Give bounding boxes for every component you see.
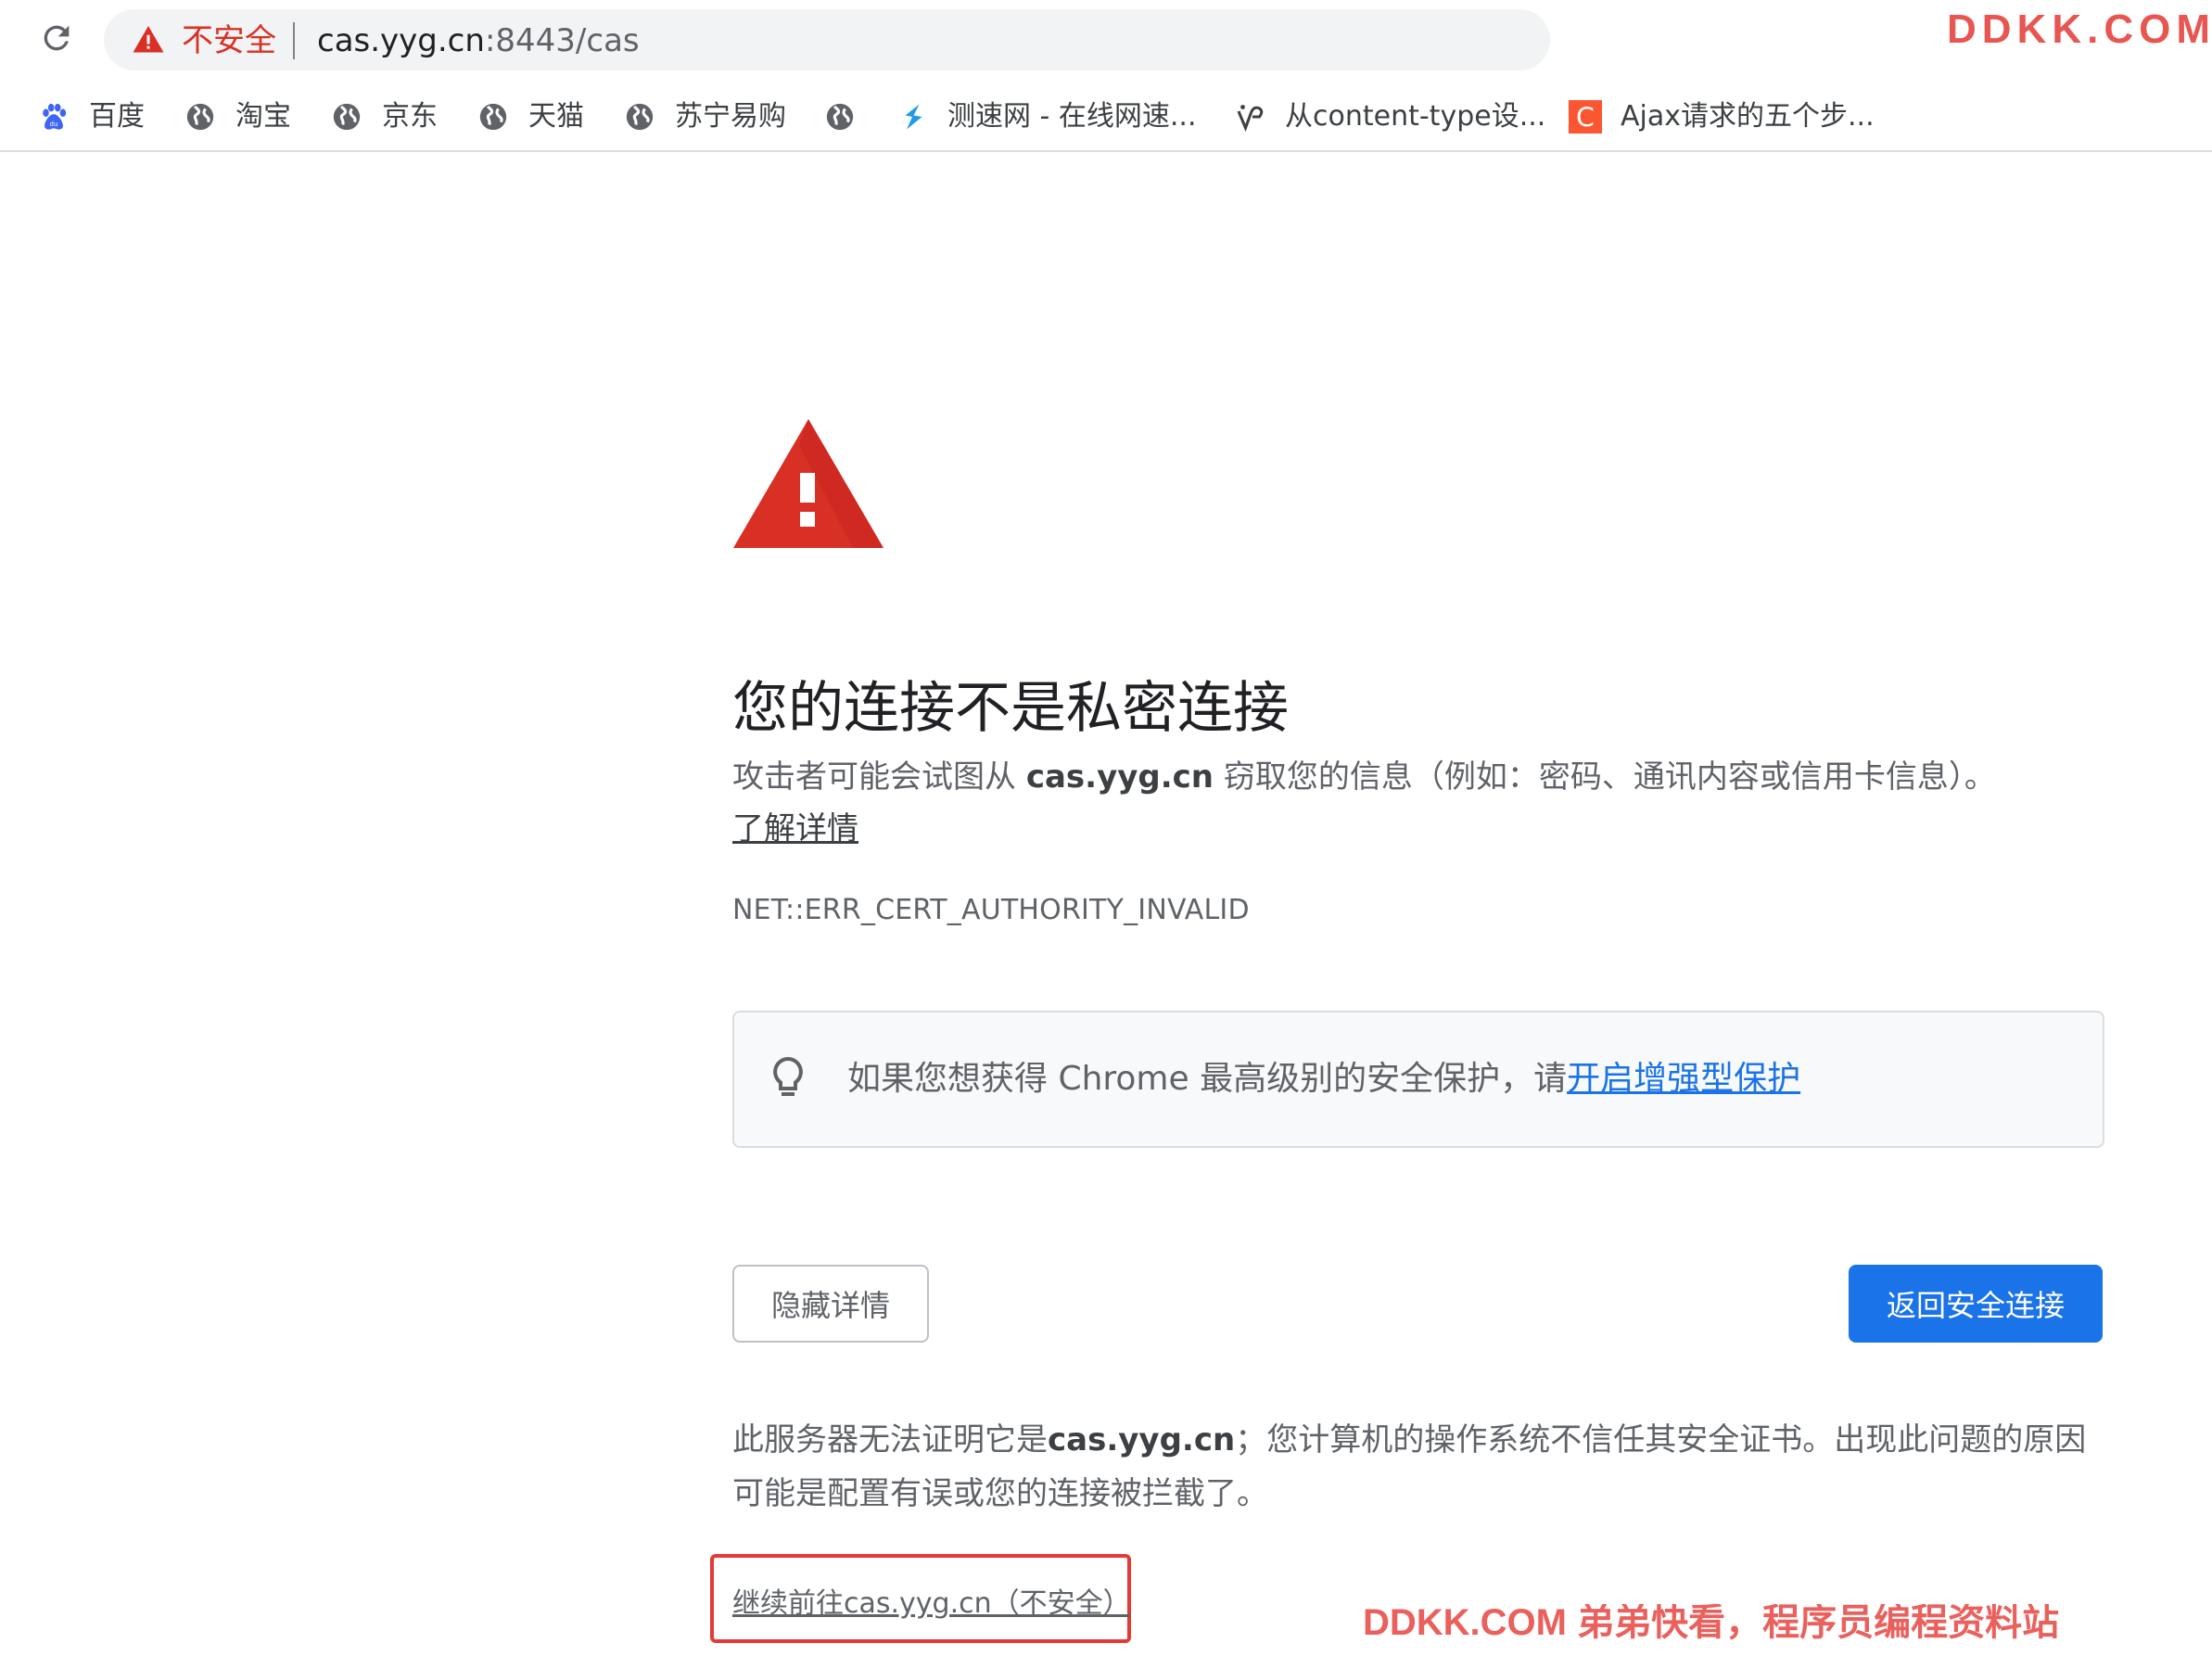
error-code[interactable]: NET::ERR_CERT_AUTHORITY_INVALID — [732, 892, 1250, 929]
description-suffix: 窃取您的信息（例如：密码、通讯内容或信用卡信息）。 — [1214, 758, 1996, 796]
bookmark-label: 从content-type设... — [1285, 100, 1546, 133]
globe-icon — [184, 100, 217, 134]
bookmark-speedtest[interactable]: 测速网 - 在线网速... — [896, 91, 1197, 143]
reload-button[interactable] — [35, 17, 78, 59]
address-bar[interactable]: 不安全 cas.yyg.cn:8443/cas — [104, 9, 1550, 70]
back-to-safety-button[interactable]: 返回安全连接 — [1849, 1265, 2103, 1343]
url-host: cas.yyg.cn — [317, 22, 485, 59]
details-host: cas.yyg.cn — [1048, 1421, 1236, 1459]
svg-text:C: C — [1576, 103, 1595, 134]
bookmark-label: 淘宝 — [235, 100, 291, 133]
lightbulb-icon — [773, 1056, 803, 1096]
details-prefix: 此服务器无法证明它是 — [732, 1421, 1048, 1459]
bookmark-tmall[interactable]: 天猫 — [477, 91, 584, 143]
security-status-label[interactable]: 不安全 — [182, 20, 276, 61]
proceed-unsafe-link[interactable]: 继续前往cas.yyg.cn（不安全） — [732, 1586, 1131, 1623]
bookmark-label: 测速网 - 在线网速... — [947, 100, 1197, 133]
watermark-top: DDKK.COM — [1947, 6, 2212, 52]
page-title: 您的连接不是私密连接 — [732, 676, 1289, 742]
bookmarks-bar: du 百度 淘宝 京东 天猫 苏宁易购 测速网 - 在线网速... 从conte… — [0, 85, 2212, 152]
bookmark-suning[interactable]: 苏宁易购 — [623, 91, 786, 143]
warning-description: 攻击者可能会试图从 cas.yyg.cn 窃取您的信息（例如：密码、通讯内容或信… — [732, 751, 2104, 855]
csdn-icon: C — [1569, 100, 1602, 134]
omnibox-divider — [293, 22, 295, 59]
bookmark-label: 苏宁易购 — [675, 100, 786, 133]
bookmark-label: Ajax请求的五个步... — [1621, 100, 1875, 133]
bookmark-jd[interactable]: 京东 — [330, 91, 438, 143]
bookmark-label: 京东 — [382, 100, 438, 133]
tip-prefix: 如果您想获得 Chrome 最高级别的安全保护，请 — [847, 1060, 1568, 1098]
hide-details-button[interactable]: 隐藏详情 — [732, 1265, 929, 1343]
paw-icon: du — [37, 100, 70, 134]
description-host: cas.yyg.cn — [1025, 758, 1214, 796]
watermark-bottom: DDKK.COM 弟弟快看，程序员编程资料站 — [1363, 1604, 2060, 1643]
globe-icon — [623, 100, 656, 134]
browser-toolbar: 不安全 cas.yyg.cn:8443/cas DDKK.COM — [0, 0, 2212, 80]
bookmark-favicon-icon — [1233, 100, 1266, 134]
globe-icon — [823, 100, 857, 134]
globe-icon — [477, 100, 510, 134]
not-secure-warning-icon[interactable] — [132, 23, 165, 57]
speedtest-icon — [896, 100, 929, 134]
svg-text:du: du — [50, 120, 58, 128]
bookmark-label: 百度 — [89, 100, 145, 133]
reload-icon — [44, 25, 70, 51]
learn-more-link[interactable]: 了解详情 — [732, 810, 858, 847]
bookmark-unnamed[interactable] — [823, 91, 875, 143]
bookmark-label: 天猫 — [528, 100, 584, 133]
large-warning-icon — [733, 419, 884, 548]
description-prefix: 攻击者可能会试图从 — [732, 758, 1026, 796]
bookmark-content-type[interactable]: 从content-type设... — [1233, 91, 1545, 143]
bookmark-ajax[interactable]: C Ajax请求的五个步... — [1569, 91, 1875, 143]
bookmark-taobao[interactable]: 淘宝 — [184, 91, 291, 143]
url-path: :8443/cas — [484, 22, 640, 59]
enhanced-protection-link[interactable]: 开启增强型保护 — [1567, 1060, 1800, 1098]
url-text[interactable]: cas.yyg.cn:8443/cas — [317, 20, 640, 61]
globe-icon — [330, 100, 363, 134]
tip-text: 如果您想获得 Chrome 最高级别的安全保护，请开启增强型保护 — [847, 1055, 1800, 1103]
bookmark-baidu[interactable]: du 百度 — [37, 91, 145, 143]
details-text: 此服务器无法证明它是cas.yyg.cn；您计算机的操作系统不信任其安全证书。出… — [732, 1413, 2104, 1521]
enhanced-protection-tip: 如果您想获得 Chrome 最高级别的安全保护，请开启增强型保护 — [732, 1011, 2104, 1148]
